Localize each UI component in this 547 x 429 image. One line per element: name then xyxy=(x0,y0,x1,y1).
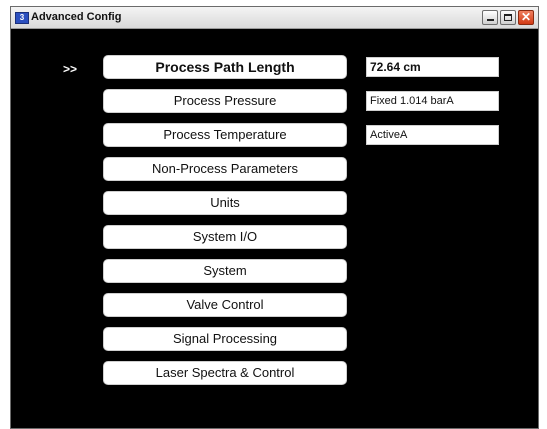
window-title: Advanced Config xyxy=(31,11,122,23)
process-temperature-button[interactable]: Process Temperature xyxy=(103,123,347,147)
config-panel: >> Process Path Length Process Pressure … xyxy=(11,29,538,428)
app-window-icon: 3 xyxy=(15,12,29,24)
units-button[interactable]: Units xyxy=(103,191,347,215)
title-bar[interactable]: 3 Advanced Config ✕ xyxy=(11,7,538,29)
laser-spectra-control-button[interactable]: Laser Spectra & Control xyxy=(103,361,347,385)
temperature-value-field[interactable]: ActiveA xyxy=(366,125,499,145)
signal-processing-button[interactable]: Signal Processing xyxy=(103,327,347,351)
pressure-value-field[interactable]: Fixed 1.014 barA xyxy=(366,91,499,111)
system-button[interactable]: System xyxy=(103,259,347,283)
valve-control-button[interactable]: Valve Control xyxy=(103,293,347,317)
path-length-value-field[interactable]: 72.64 cm xyxy=(366,57,499,77)
process-pressure-button[interactable]: Process Pressure xyxy=(103,89,347,113)
selection-marker: >> xyxy=(63,62,78,76)
process-path-length-button[interactable]: Process Path Length xyxy=(103,55,347,79)
non-process-parameters-button[interactable]: Non-Process Parameters xyxy=(103,157,347,181)
minimize-icon[interactable] xyxy=(482,10,498,25)
maximize-icon[interactable] xyxy=(500,10,516,25)
system-io-button[interactable]: System I/O xyxy=(103,225,347,249)
close-icon[interactable]: ✕ xyxy=(518,10,534,25)
advanced-config-window: 3 Advanced Config ✕ >> Process Path Leng… xyxy=(10,6,539,429)
